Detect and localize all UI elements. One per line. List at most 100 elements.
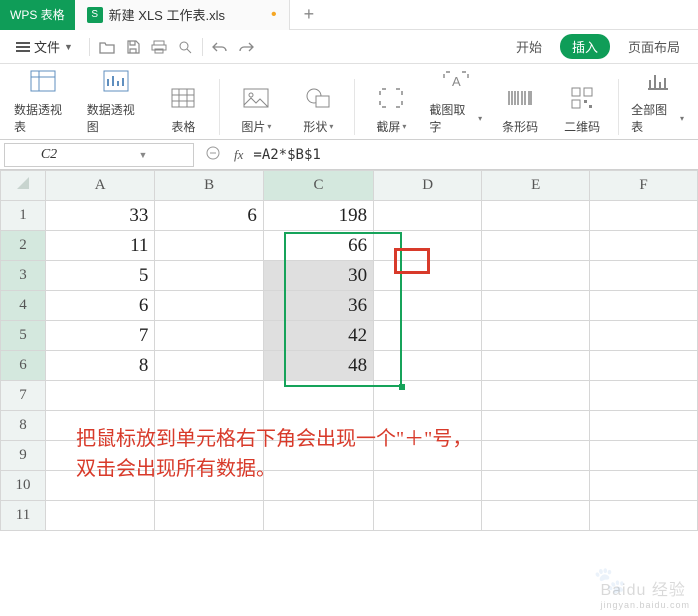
- save-icon[interactable]: [124, 38, 142, 56]
- cell[interactable]: [46, 381, 155, 411]
- cancel-formula-icon[interactable]: [198, 146, 228, 163]
- cell[interactable]: [482, 321, 590, 351]
- new-tab-button[interactable]: +: [290, 4, 329, 25]
- cell[interactable]: 7: [46, 321, 155, 351]
- cell[interactable]: [482, 501, 590, 531]
- cell[interactable]: [482, 471, 590, 501]
- cell[interactable]: [590, 381, 698, 411]
- cell[interactable]: [482, 291, 590, 321]
- cell[interactable]: [590, 291, 698, 321]
- cell[interactable]: 198: [263, 201, 373, 231]
- cell[interactable]: 8: [46, 351, 155, 381]
- cell[interactable]: [374, 321, 482, 351]
- cell[interactable]: 30: [263, 261, 373, 291]
- cell[interactable]: [155, 261, 264, 291]
- row-header[interactable]: 2: [1, 231, 46, 261]
- row-header[interactable]: 5: [1, 321, 46, 351]
- col-header-B[interactable]: B: [155, 171, 264, 201]
- file-menu[interactable]: 文件 ▼: [8, 33, 81, 60]
- cell[interactable]: 6: [155, 201, 264, 231]
- undo-icon[interactable]: [211, 38, 229, 56]
- print-icon[interactable]: [150, 38, 168, 56]
- formula-input[interactable]: =A2*$B$1: [249, 145, 698, 165]
- cell[interactable]: [155, 231, 264, 261]
- pivot-chart-button[interactable]: 数据透视图: [81, 67, 152, 135]
- cell[interactable]: [374, 381, 482, 411]
- cell[interactable]: [374, 351, 482, 381]
- print-preview-icon[interactable]: [176, 38, 194, 56]
- qrcode-button[interactable]: 二维码: [552, 84, 612, 135]
- cell[interactable]: 6: [46, 291, 155, 321]
- cell[interactable]: [590, 471, 698, 501]
- cell[interactable]: 5: [46, 261, 155, 291]
- tab-insert[interactable]: 插入: [560, 34, 610, 59]
- row-header[interactable]: 1: [1, 201, 46, 231]
- fx-label[interactable]: fx: [228, 147, 249, 163]
- row-header[interactable]: 7: [1, 381, 46, 411]
- cell[interactable]: [482, 411, 590, 441]
- cell[interactable]: [263, 381, 373, 411]
- row-header[interactable]: 9: [1, 441, 46, 471]
- col-header-D[interactable]: D: [374, 171, 482, 201]
- cell[interactable]: [374, 291, 482, 321]
- cell[interactable]: [263, 501, 373, 531]
- cell[interactable]: [482, 231, 590, 261]
- screenshot-text-button[interactable]: A 截图取字▾: [423, 67, 488, 135]
- all-charts-button[interactable]: 全部图表▾: [625, 67, 690, 135]
- pivot-table-button[interactable]: 数据透视表: [8, 67, 79, 135]
- cell[interactable]: [155, 321, 264, 351]
- row-header[interactable]: 3: [1, 261, 46, 291]
- cell[interactable]: [482, 261, 590, 291]
- fill-handle[interactable]: [399, 384, 405, 390]
- cell[interactable]: [482, 441, 590, 471]
- cell[interactable]: 66: [263, 231, 373, 261]
- barcode-button[interactable]: 条形码: [490, 84, 550, 135]
- tab-start[interactable]: 开始: [506, 33, 552, 60]
- shape-button[interactable]: 形状▾: [288, 84, 348, 135]
- cell[interactable]: [155, 381, 264, 411]
- cell[interactable]: [482, 201, 590, 231]
- cell[interactable]: [46, 501, 155, 531]
- cell[interactable]: [482, 381, 590, 411]
- col-header-A[interactable]: A: [46, 171, 155, 201]
- col-header-E[interactable]: E: [482, 171, 590, 201]
- cell[interactable]: [590, 351, 698, 381]
- cell[interactable]: [374, 201, 482, 231]
- redo-icon[interactable]: [237, 38, 255, 56]
- chevron-down-icon[interactable]: ▼: [93, 150, 193, 160]
- cell[interactable]: 48: [263, 351, 373, 381]
- open-icon[interactable]: [98, 38, 116, 56]
- tab-layout[interactable]: 页面布局: [618, 33, 690, 60]
- cell[interactable]: [155, 291, 264, 321]
- cell[interactable]: 36: [263, 291, 373, 321]
- cell[interactable]: [590, 231, 698, 261]
- row-header[interactable]: 11: [1, 501, 46, 531]
- cell[interactable]: [155, 501, 264, 531]
- name-box[interactable]: C2 ▼: [4, 143, 194, 167]
- cell[interactable]: 42: [263, 321, 373, 351]
- cell[interactable]: [482, 351, 590, 381]
- row-header[interactable]: 10: [1, 471, 46, 501]
- col-header-C[interactable]: C: [263, 171, 373, 201]
- cell[interactable]: 11: [46, 231, 155, 261]
- row-header[interactable]: 8: [1, 411, 46, 441]
- row-header[interactable]: 6: [1, 351, 46, 381]
- row-header[interactable]: 4: [1, 291, 46, 321]
- table-button[interactable]: 表格: [153, 84, 213, 135]
- picture-button[interactable]: 图片▾: [226, 84, 286, 135]
- cell[interactable]: [590, 501, 698, 531]
- cell[interactable]: [374, 261, 482, 291]
- cell[interactable]: [374, 231, 482, 261]
- cell[interactable]: [374, 501, 482, 531]
- col-header-F[interactable]: F: [590, 171, 698, 201]
- cell[interactable]: [590, 411, 698, 441]
- cell[interactable]: [590, 201, 698, 231]
- select-all-corner[interactable]: [1, 171, 46, 201]
- cell[interactable]: [590, 441, 698, 471]
- cell[interactable]: [590, 321, 698, 351]
- document-tab[interactable]: S 新建 XLS 工作表.xls •: [75, 0, 290, 30]
- cell[interactable]: 33: [46, 201, 155, 231]
- cell[interactable]: [590, 261, 698, 291]
- screenshot-button[interactable]: 截屏▾: [361, 84, 421, 135]
- cell[interactable]: [155, 351, 264, 381]
